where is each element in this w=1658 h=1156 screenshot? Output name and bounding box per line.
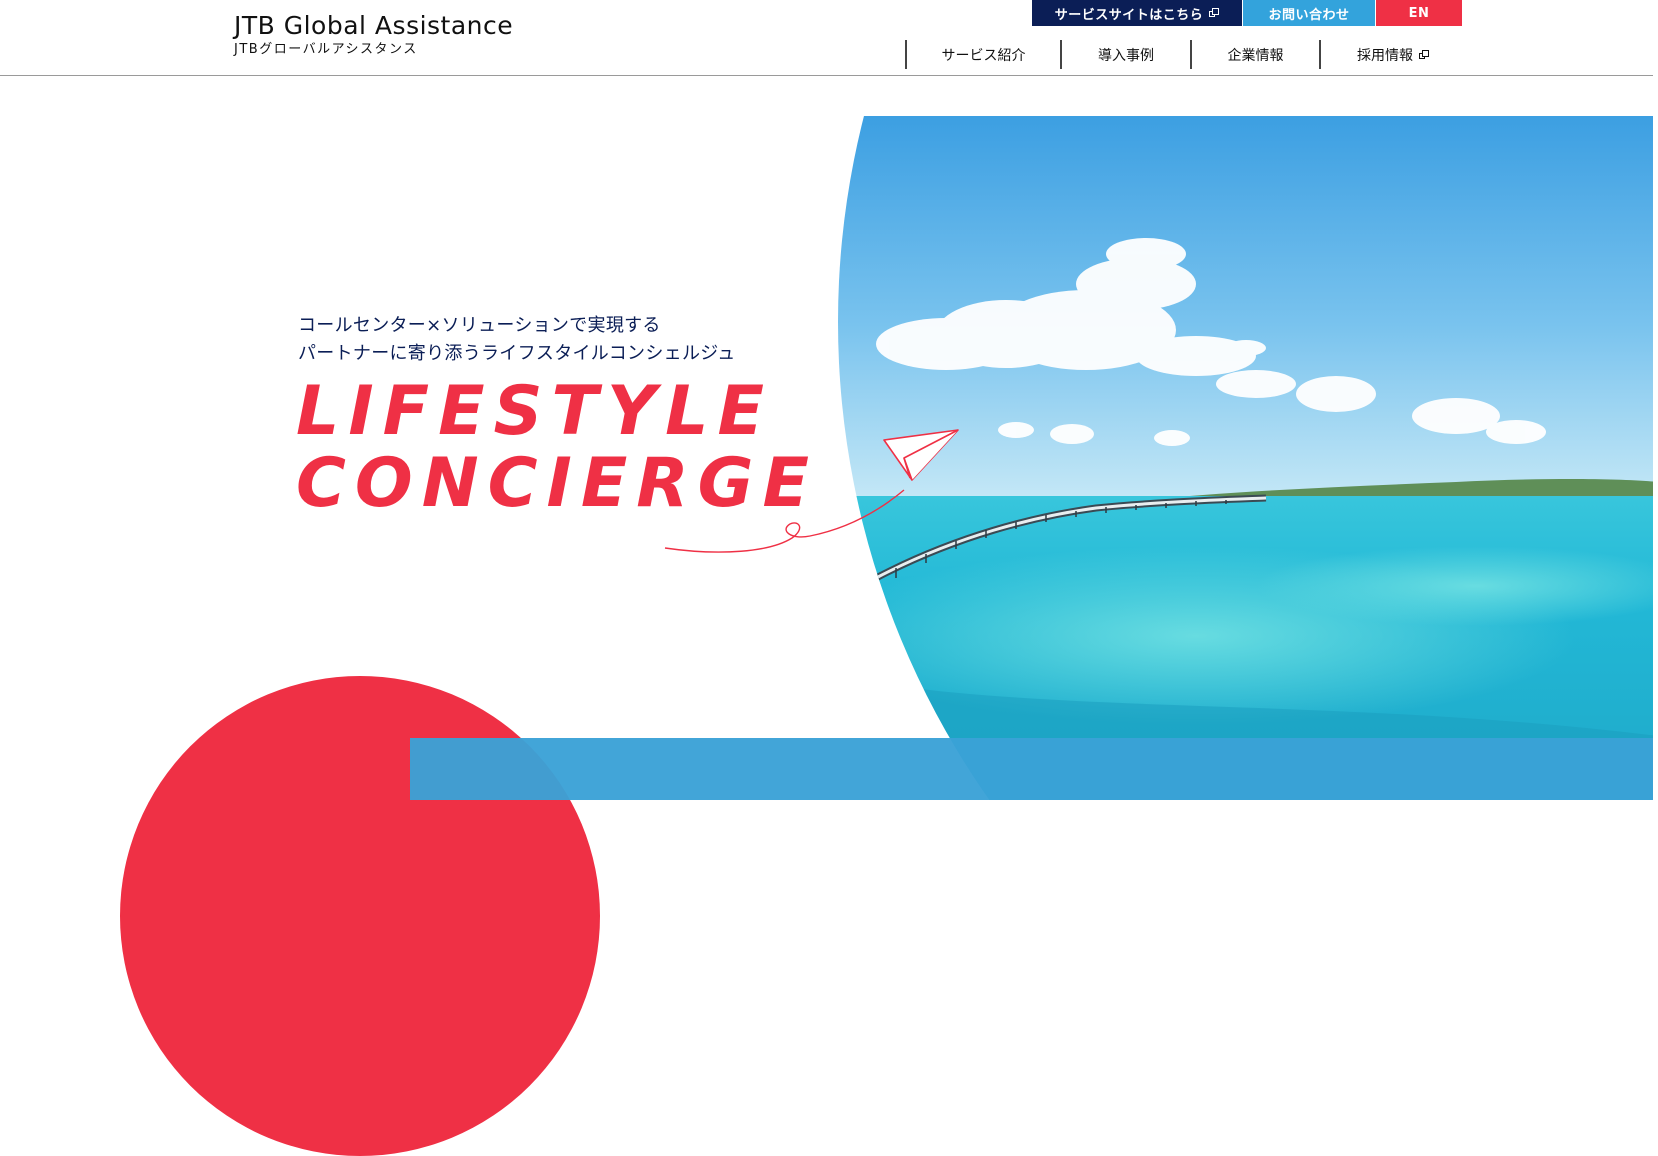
logo-japanese: JTBグローバルアシスタンス: [234, 42, 418, 57]
nav-item-label: 導入事例: [1098, 47, 1154, 64]
scrollbar-track: [1653, 0, 1658, 800]
contact-label: お問い合わせ: [1268, 7, 1350, 23]
hero-title-line-1: LIFESTYLE: [296, 372, 773, 451]
external-link-icon: [1419, 49, 1429, 60]
logo-english: JTB Global Assistance: [234, 11, 514, 40]
service-site-button[interactable]: サービスサイトはこちら: [1032, 0, 1242, 26]
tagline-line-2: パートナーに寄り添うライフスタイルコンシェルジュ: [298, 343, 736, 364]
nav-item-recruit[interactable]: 採用情報: [1319, 40, 1465, 69]
hero-title: LIFESTYLE CONCIERGE: [296, 376, 818, 520]
nav-item-cases[interactable]: 導入事例: [1060, 40, 1190, 69]
global-nav: サービス紹介 導入事例 企業情報 採用情報: [905, 40, 1465, 69]
site-header: JTB Global Assistance JTBグローバルアシスタンス サービ…: [0, 0, 1658, 76]
tagline-line-1: コールセンター×ソリューションで実現する: [298, 315, 661, 336]
nav-item-label: 採用情報: [1357, 47, 1413, 64]
hero-image: [836, 116, 1658, 800]
site-logo[interactable]: JTB Global Assistance JTBグローバルアシスタンス: [234, 10, 513, 58]
contact-button[interactable]: お問い合わせ: [1242, 0, 1375, 26]
nav-item-label: 企業情報: [1227, 47, 1284, 64]
nav-item-services[interactable]: サービス紹介: [905, 40, 1060, 69]
decorative-blue-band: [410, 738, 1658, 800]
ocean-bridge-photo: [838, 116, 1658, 800]
nav-item-company[interactable]: 企業情報: [1190, 40, 1319, 69]
language-en-button[interactable]: EN: [1375, 0, 1462, 26]
hero-title-line-2: CONCIERGE: [296, 444, 818, 523]
service-site-label: サービスサイトはこちら: [1054, 7, 1204, 23]
language-label: EN: [1408, 5, 1430, 21]
nav-item-label: サービス紹介: [941, 47, 1026, 64]
utility-bar: サービスサイトはこちら お問い合わせ EN: [1032, 0, 1462, 26]
hero-tagline: コールセンター×ソリューションで実現する パートナーに寄り添うライフスタイルコン…: [298, 312, 736, 368]
external-link-icon: [1209, 8, 1220, 18]
